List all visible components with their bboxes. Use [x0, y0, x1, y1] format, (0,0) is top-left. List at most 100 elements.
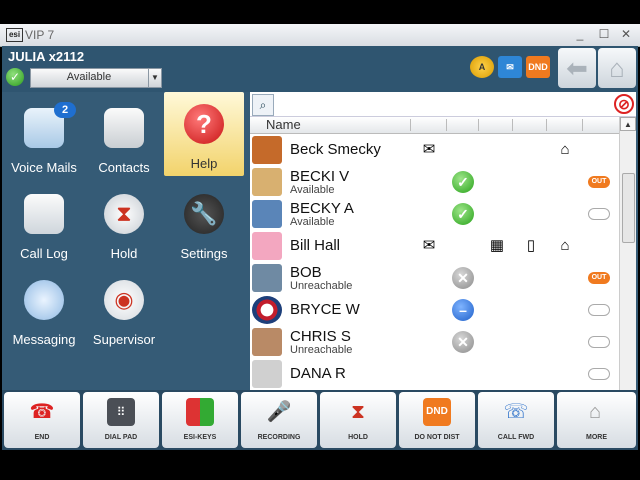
- contact-status: Available: [290, 184, 335, 196]
- maximize-button[interactable]: ☐: [596, 27, 612, 41]
- voice-mails-label: Voice Mails: [11, 160, 77, 175]
- scroll-up-icon[interactable]: ▲: [620, 117, 636, 131]
- contact-name: BECKY A: [290, 200, 354, 217]
- help-label: Help: [190, 156, 218, 171]
- chat-bubble-icon: [24, 280, 64, 320]
- hold-grid-button[interactable]: ⧗ Hold: [84, 182, 164, 268]
- settings-button[interactable]: 🔧 Settings: [164, 182, 244, 268]
- contact-name: CHRIS S: [290, 328, 351, 345]
- available-check-icon: ✓: [452, 203, 474, 225]
- recording-button[interactable]: 🎤 RECORDING: [241, 392, 317, 448]
- do-not-disturb-label: DO NOT DIST: [414, 434, 460, 441]
- status-ok-icon: ✓: [6, 68, 24, 86]
- hourglass-icon: ⧗: [104, 194, 144, 234]
- mail-icon[interactable]: ✉: [498, 56, 522, 78]
- list-item[interactable]: BECKI V Available ✓ OUT: [250, 166, 620, 198]
- house-icon: ⌂: [560, 237, 570, 254]
- list-item[interactable]: BECKY A Available ✓: [250, 198, 620, 230]
- window-titlebar: esi VIP 7 _ ☐ ✕: [0, 24, 640, 47]
- hold-grid-label: Hold: [110, 246, 138, 261]
- voice-mails-button[interactable]: 2 Voice Mails: [4, 96, 84, 182]
- status-value: Available: [66, 71, 112, 83]
- help-question-icon: ?: [184, 104, 224, 144]
- call-log-button[interactable]: Call Log: [4, 182, 84, 268]
- header-bar: JULIA x2112 ✓ Available ▼ A ✉ DND ⬅ ⌂: [2, 46, 638, 92]
- list-item[interactable]: DANA R: [250, 358, 620, 390]
- close-button[interactable]: ✕: [618, 27, 634, 41]
- contact-name: BOB: [290, 264, 322, 281]
- list-item[interactable]: BOB Unreachable ✕ OUT: [250, 262, 620, 294]
- do-not-disturb-button[interactable]: DND DO NOT DIST: [399, 392, 475, 448]
- attendant-icon[interactable]: A: [470, 56, 494, 78]
- app-window: JULIA x2112 ✓ Available ▼ A ✉ DND ⬅ ⌂ 2 …: [2, 46, 638, 450]
- messaging-button[interactable]: Messaging: [4, 268, 84, 354]
- hourglass-icon: ⧗: [350, 401, 366, 423]
- list-item[interactable]: Beck Smecky ✉ ⌂: [250, 134, 620, 166]
- search-bar: ⌕ ⊘: [250, 92, 636, 117]
- contacts-book-icon: [104, 108, 144, 148]
- avatar: [252, 136, 282, 164]
- more-button[interactable]: ⌂ MORE: [557, 392, 636, 448]
- list-item[interactable]: Bill Hall ✉ ▦ ▯ ⌂: [250, 230, 620, 262]
- unreachable-x-icon: ✕: [452, 267, 474, 289]
- toggle-off-icon[interactable]: [588, 304, 610, 316]
- dnd-icon: DND: [423, 398, 451, 426]
- toggle-off-icon[interactable]: [588, 336, 610, 348]
- supervisor-label: Supervisor: [92, 332, 156, 347]
- search-input[interactable]: [276, 95, 610, 113]
- busy-minus-icon: –: [452, 299, 474, 321]
- toggle-off-icon[interactable]: [588, 208, 610, 220]
- home-icon[interactable]: ⌂: [598, 48, 636, 88]
- minimize-button[interactable]: _: [572, 27, 588, 41]
- esi-keys-icon: [186, 398, 214, 426]
- unreachable-x-icon: ✕: [452, 331, 474, 353]
- mobile-phone-icon: ▯: [526, 237, 536, 254]
- search-icon[interactable]: ⌕: [252, 94, 274, 116]
- call-forward-label: CALL FWD: [497, 434, 535, 441]
- end-label: END: [34, 434, 50, 441]
- avatar: [252, 232, 282, 260]
- avatar: [252, 200, 282, 228]
- building-icon: ▦: [489, 237, 505, 254]
- end-button[interactable]: ☎ END: [4, 392, 80, 448]
- call-forward-icon: ☏: [503, 401, 529, 423]
- list-item[interactable]: CHRIS S Unreachable ✕: [250, 326, 620, 358]
- back-arrow-icon[interactable]: ⬅: [558, 48, 596, 88]
- scroll-thumb[interactable]: [622, 173, 635, 243]
- contact-status: Unreachable: [290, 344, 353, 356]
- list-scrollbar[interactable]: ▲ ▼: [619, 117, 636, 435]
- contacts-label: Contacts: [98, 160, 150, 175]
- envelope-icon: ✉: [422, 237, 436, 254]
- list-item[interactable]: BRYCE W –: [250, 294, 620, 326]
- chevron-down-icon: ▼: [148, 69, 161, 87]
- supervisor-button[interactable]: ◉ Supervisor: [84, 268, 164, 354]
- help-button[interactable]: ? Help: [164, 92, 244, 176]
- contact-status: Unreachable: [290, 280, 353, 292]
- name-column-label: Name: [266, 117, 301, 132]
- dnd-icon-label: DND: [426, 406, 448, 417]
- out-badge: OUT: [588, 176, 610, 188]
- contacts-button[interactable]: Contacts: [84, 96, 164, 182]
- call-forward-button[interactable]: ☏ CALL FWD: [478, 392, 554, 448]
- house-icon: ⌂: [560, 141, 570, 158]
- contact-name: Bill Hall: [290, 237, 341, 254]
- toggle-off-icon[interactable]: [588, 368, 610, 380]
- avatar: [252, 328, 282, 356]
- call-log-label: Call Log: [20, 246, 68, 261]
- out-badge: OUT: [588, 272, 610, 284]
- contact-name: DANA R: [290, 365, 346, 382]
- hold-button[interactable]: ⧗ HOLD: [320, 392, 396, 448]
- dial-pad-button[interactable]: ⠿ DIAL PAD: [83, 392, 159, 448]
- column-header[interactable]: Name: [250, 117, 620, 134]
- envelope-icon: ✉: [422, 141, 436, 158]
- dnd-badge-label: DND: [528, 62, 548, 72]
- dnd-badge-icon[interactable]: DND: [526, 56, 550, 78]
- clear-search-icon[interactable]: ⊘: [614, 94, 634, 114]
- more-label: MORE: [586, 434, 607, 441]
- avatar: [252, 264, 282, 292]
- status-dropdown[interactable]: Available ▼: [30, 68, 162, 88]
- esi-keys-button[interactable]: ESI-KEYS: [162, 392, 238, 448]
- avatar: [252, 296, 282, 324]
- call-log-icon: [24, 194, 64, 234]
- bottom-toolbar: ☎ END ⠿ DIAL PAD ESI-KEYS 🎤 RECORDING ⧗ …: [2, 390, 638, 450]
